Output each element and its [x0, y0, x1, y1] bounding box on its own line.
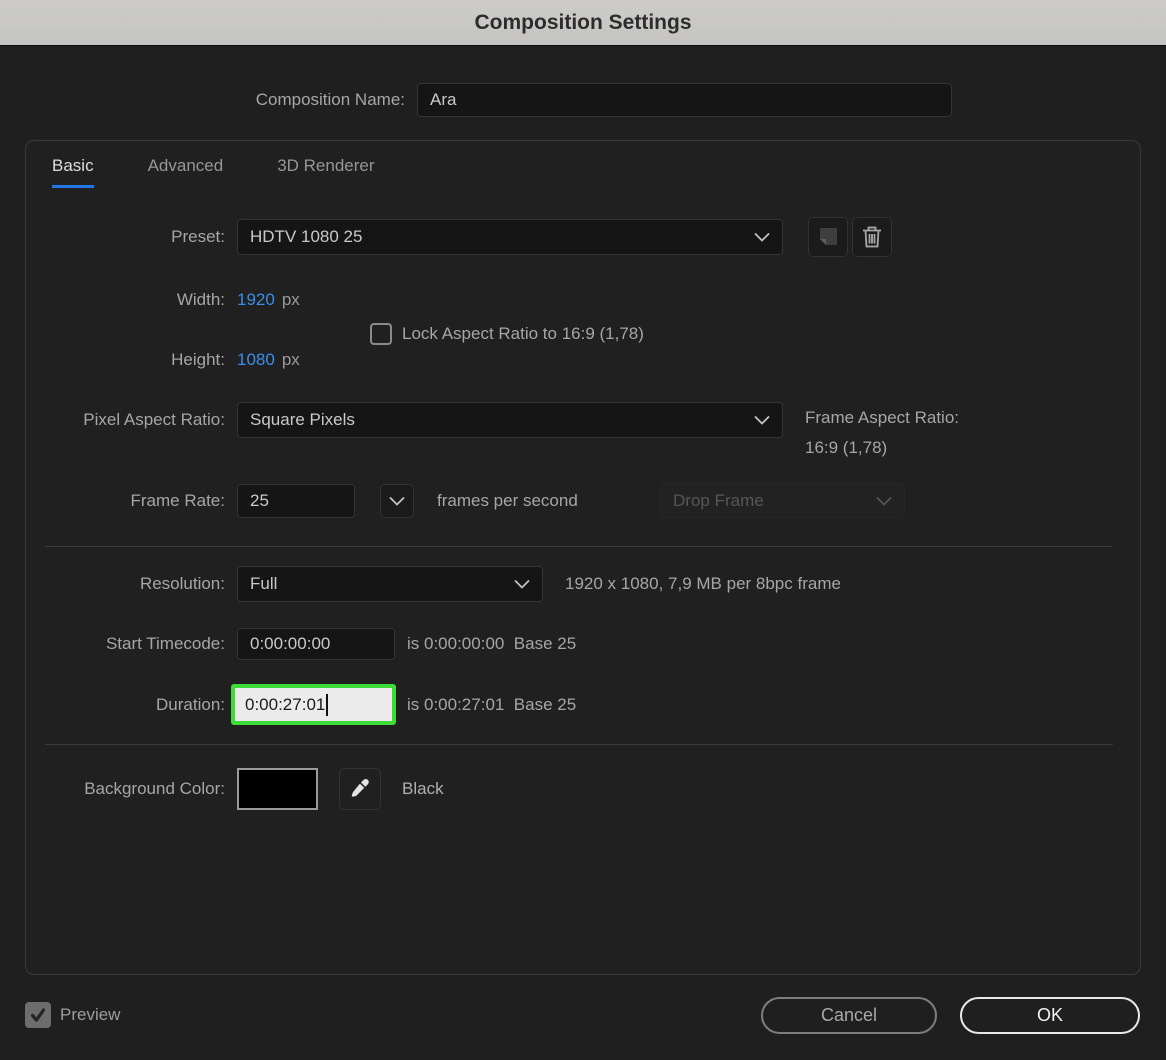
frame-rate-label: Frame Rate:: [130, 491, 225, 510]
composition-name-input[interactable]: Ara: [417, 83, 952, 117]
duration-input[interactable]: 0:00:27:01: [231, 684, 396, 725]
background-color-name: Black: [402, 779, 444, 798]
preview-label: Preview: [60, 1005, 121, 1024]
settings-tabs: Basic Advanced 3D Renderer: [52, 156, 375, 188]
background-color-label: Background Color:: [84, 779, 225, 798]
width-unit: px: [281, 290, 300, 309]
composition-settings-dialog: Composition Settings Composition Name: A…: [0, 0, 1166, 1060]
resolution-info: 1920 x 1080, 7,9 MB per 8bpc frame: [565, 574, 841, 593]
frame-rate-value: 25: [250, 491, 269, 510]
frame-rate-input[interactable]: 25: [237, 484, 355, 518]
start-timecode-label: Start Timecode:: [105, 634, 225, 653]
height-unit: px: [281, 350, 300, 369]
save-preset-icon: [820, 228, 837, 245]
chevron-down-icon: [514, 579, 530, 589]
frame-aspect-ratio: Frame Aspect Ratio: 16:9 (1,78): [805, 403, 959, 463]
duration-label: Duration:: [156, 694, 225, 714]
ok-button[interactable]: OK: [960, 997, 1140, 1034]
frame-aspect-ratio-label: Frame Aspect Ratio:: [805, 408, 960, 427]
settings-panel: [25, 140, 1141, 975]
lock-aspect-ratio-label: Lock Aspect Ratio to 16:9 (1,78): [402, 324, 644, 343]
duration-value: 0:00:27:01: [245, 694, 326, 714]
chevron-down-icon: [754, 232, 770, 242]
chevron-down-icon: [754, 415, 770, 425]
width-label: Width:: [176, 290, 225, 309]
preset-value: HDTV 1080 25: [250, 227, 363, 246]
eyedropper-button[interactable]: [339, 768, 381, 810]
background-color-swatch[interactable]: [237, 768, 318, 810]
preset-dropdown[interactable]: HDTV 1080 25: [237, 219, 783, 255]
resolution-value: Full: [250, 574, 278, 593]
trash-icon: [863, 226, 881, 248]
preview-checkbox[interactable]: [25, 1002, 51, 1028]
frame-rate-preset-button[interactable]: [380, 484, 414, 518]
dialog-titlebar[interactable]: Composition Settings: [0, 0, 1166, 46]
dialog-title: Composition Settings: [474, 10, 692, 34]
tab-advanced[interactable]: Advanced: [148, 156, 224, 188]
duration-info: is 0:00:27:01 Base 25: [407, 694, 577, 714]
check-icon: [30, 1008, 46, 1022]
cancel-button[interactable]: Cancel: [761, 997, 937, 1034]
lock-aspect-ratio-checkbox[interactable]: [370, 323, 392, 345]
width-value[interactable]: 1920: [237, 290, 275, 310]
height-label: Height:: [171, 350, 225, 369]
height-value[interactable]: 1080: [237, 350, 275, 370]
resolution-dropdown[interactable]: Full: [237, 566, 543, 602]
pixel-aspect-ratio-value: Square Pixels: [250, 410, 355, 429]
tab-3d-renderer[interactable]: 3D Renderer: [277, 156, 374, 188]
tab-basic[interactable]: Basic: [52, 156, 94, 188]
composition-name-value: Ara: [430, 90, 457, 109]
drop-frame-dropdown: Drop Frame: [660, 483, 905, 519]
chevron-down-icon: [876, 496, 892, 506]
save-preset-button[interactable]: [808, 217, 848, 257]
frame-rate-unit: frames per second: [437, 491, 578, 510]
chevron-down-icon: [389, 496, 405, 506]
preview-control: Preview: [25, 1002, 120, 1028]
delete-preset-button[interactable]: [852, 217, 892, 257]
text-caret: [326, 693, 329, 716]
eyedropper-icon: [351, 779, 369, 797]
start-timecode-info: is 0:00:00:00 Base 25: [407, 634, 577, 653]
pixel-aspect-ratio-label: Pixel Aspect Ratio:: [83, 410, 225, 429]
start-timecode-input[interactable]: 0:00:00:00: [237, 628, 395, 660]
composition-name-label: Composition Name:: [255, 90, 405, 109]
resolution-label: Resolution:: [139, 574, 225, 593]
drop-frame-value: Drop Frame: [673, 491, 764, 510]
frame-aspect-ratio-value: 16:9 (1,78): [805, 438, 888, 457]
preset-label: Preset:: [171, 227, 225, 246]
pixel-aspect-ratio-dropdown[interactable]: Square Pixels: [237, 402, 783, 438]
divider: [45, 546, 1113, 547]
divider: [45, 744, 1113, 745]
start-timecode-value: 0:00:00:00: [250, 634, 331, 653]
